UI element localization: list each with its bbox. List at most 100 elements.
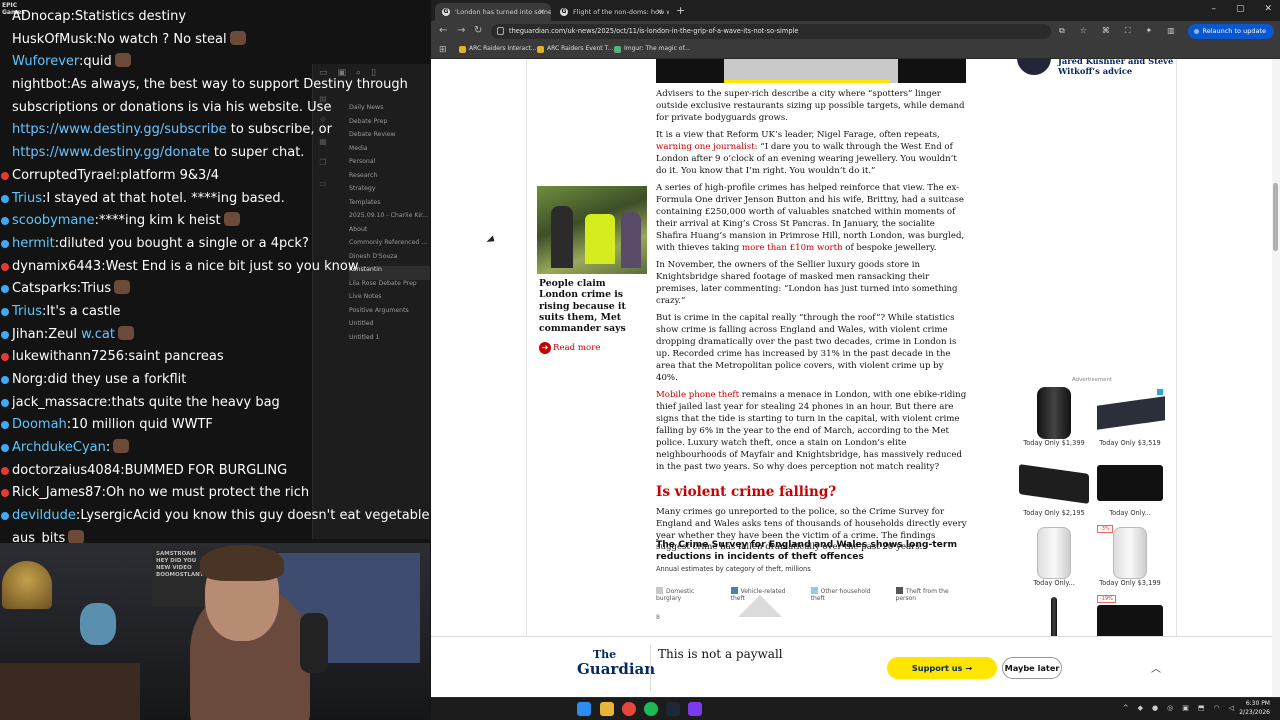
tray-app-icon[interactable]: ● <box>1152 704 1158 712</box>
chat-username[interactable]: Wuforever <box>12 54 79 69</box>
minimize-button[interactable]: – <box>1211 4 1216 14</box>
tray-app-icon[interactable]: ◆ <box>1138 704 1143 712</box>
scrollbar[interactable] <box>1272 59 1280 697</box>
related-story-image[interactable] <box>537 186 647 274</box>
ad-product[interactable]: Today Only... <box>1093 455 1167 517</box>
chat-username[interactable]: Norg <box>12 372 43 387</box>
article-link[interactable]: warning one journalist <box>656 142 755 152</box>
tab-inactive[interactable]: G Flight of the non-doms: how w... × <box>553 3 669 21</box>
forward-icon[interactable]: → <box>457 25 465 36</box>
bookmark-star-icon[interactable]: ☆ <box>1080 26 1087 36</box>
tray-app-icon[interactable]: ◎ <box>1167 704 1173 712</box>
chat-username[interactable]: Jihan <box>12 327 44 342</box>
start-icon[interactable] <box>577 702 591 716</box>
bookmark-item[interactable]: ARC Raiders Event T... <box>537 45 613 53</box>
article-link[interactable]: more than £10m worth <box>742 243 843 253</box>
chat-username[interactable]: CorruptedTyrael <box>12 168 116 183</box>
close-tab-icon[interactable]: × <box>656 7 663 16</box>
chat-username[interactable]: Catsparks <box>12 281 77 296</box>
relaunch-to-update-button[interactable]: Relaunch to update <box>1188 24 1274 39</box>
chat-message: Doomah:10 million quid WWTF <box>0 414 430 437</box>
chat-text: Statistics destiny <box>74 9 187 24</box>
install-app-icon[interactable]: ⧉ <box>1059 26 1065 36</box>
system-tray: ^ ◆ ● ◎ ▣ ⬒ ◠ ◁ <box>1123 704 1234 712</box>
reload-icon[interactable]: ↻ <box>474 25 482 36</box>
ad-product[interactable]: Today Only... <box>1017 525 1091 587</box>
chat-username[interactable]: Trius <box>12 304 42 319</box>
mouse-cursor <box>486 235 497 246</box>
support-us-button[interactable]: Support us → <box>887 657 997 679</box>
chat-text: to super chat. <box>209 145 305 161</box>
guardian-favicon-icon: G <box>560 8 568 16</box>
file-explorer-icon[interactable] <box>600 702 614 716</box>
product-image[interactable] <box>1093 455 1167 509</box>
chat-message: ArchdukeCyan: <box>0 437 430 460</box>
chat-link[interactable]: w.cat <box>81 327 115 342</box>
tab-active[interactable]: G 'London has turned into someth... × <box>435 3 551 21</box>
scrollbar-thumb[interactable] <box>1273 183 1278 251</box>
legend-label: Other household theft <box>810 588 871 602</box>
steam-icon[interactable] <box>666 702 680 716</box>
back-icon[interactable]: ← <box>439 25 447 36</box>
chat-username[interactable]: HuskOfMusk <box>12 32 93 47</box>
bookmark-item[interactable]: ARC Raiders Interact... <box>459 45 537 53</box>
obsidian-icon[interactable] <box>688 702 702 716</box>
tray-app-icon[interactable]: ⬒ <box>1198 704 1205 712</box>
product-image[interactable] <box>1017 385 1091 439</box>
chat-username[interactable]: jack_massacre <box>12 395 107 410</box>
maybe-later-button[interactable]: Maybe later <box>1002 657 1062 679</box>
chat-text: LysergicAcid you know this guy doesn't e… <box>80 508 430 524</box>
chat-username[interactable]: scoobymane <box>12 213 95 228</box>
related-story-headline[interactable]: People claim London crime is rising beca… <box>537 274 647 338</box>
chevron-up-icon[interactable]: ︿ <box>1151 660 1161 675</box>
site-info-icon[interactable] <box>497 27 504 35</box>
read-more-link[interactable]: ➔ Read more <box>537 341 647 355</box>
chat-username[interactable]: ArchdukeCyan <box>12 440 106 455</box>
sidebar-story-headline[interactable]: Jared Kushner and Steve Witkoff’s advice <box>1058 59 1177 76</box>
chrome-icon[interactable] <box>622 702 636 716</box>
chat-link[interactable]: https://www.destiny.gg/donate <box>12 145 210 160</box>
address-bar[interactable]: theguardian.com/uk-news/2025/oct/11/is-l… <box>491 24 1051 39</box>
tray-chevron-icon[interactable]: ^ <box>1123 704 1129 712</box>
spotify-icon[interactable] <box>644 702 658 716</box>
arrow-right-icon: → <box>965 663 973 673</box>
chat-username[interactable]: doctorzaius4084 <box>12 463 120 478</box>
article-link[interactable]: Mobile phone theft <box>656 390 739 400</box>
related-story-card[interactable]: People claim London crime is rising beca… <box>537 186 647 355</box>
maximize-button[interactable]: ▢ <box>1236 4 1245 14</box>
chat-username[interactable]: ADnocap <box>12 9 70 24</box>
translate-icon[interactable]: ⌘ <box>1102 26 1110 36</box>
chat-text: aus_bits <box>12 530 66 543</box>
wifi-icon[interactable]: ◠ <box>1214 704 1220 712</box>
chat-username[interactable]: lukewithann7256 <box>12 349 124 364</box>
bookmark-item[interactable]: Imgur: The magic of... <box>614 45 690 53</box>
sidebar-icon[interactable]: ▥ <box>1167 26 1175 36</box>
chat-username[interactable]: Rick_James87 <box>12 485 102 500</box>
tray-app-icon[interactable]: ▣ <box>1182 704 1189 712</box>
chat-message: lukewithann7256:saint pancreas <box>0 346 430 369</box>
ad-product[interactable]: Today Only $3,519 <box>1093 385 1167 447</box>
product-image[interactable] <box>1017 525 1091 579</box>
close-tab-icon[interactable]: × <box>538 7 545 16</box>
chat-username[interactable]: hermit <box>12 236 55 251</box>
chat-username[interactable]: nightbot <box>12 77 67 92</box>
chat-username[interactable]: dynamix6443 <box>12 259 101 274</box>
ad-product[interactable]: Today Only $1,399 <box>1017 385 1091 447</box>
product-image[interactable]: -3% <box>1093 525 1167 579</box>
apps-grid-icon[interactable]: ⊞ <box>439 45 447 55</box>
chat-link[interactable]: https://www.destiny.gg/subscribe <box>12 122 227 137</box>
chat-username[interactable]: devildude <box>12 508 76 523</box>
volume-icon[interactable]: ◁ <box>1229 704 1234 712</box>
screenshot-icon[interactable]: ⛶ <box>1125 26 1131 36</box>
product-image[interactable] <box>1093 385 1167 439</box>
ad-product[interactable]: -3% Today Only $3,199 <box>1093 525 1167 587</box>
close-window-button[interactable]: ✕ <box>1264 4 1272 14</box>
new-tab-button[interactable]: + <box>676 4 685 17</box>
chat-username[interactable]: Doomah <box>12 417 67 432</box>
sidebar-story[interactable]: Jared Kushner and Steve Witkoff’s advice <box>1017 59 1177 79</box>
extensions-icon[interactable]: ✦ <box>1146 26 1153 36</box>
chat-username[interactable]: Trius <box>12 191 42 206</box>
product-image[interactable] <box>1017 455 1091 509</box>
clock[interactable]: 6:30 PM 2/23/2026 <box>1239 700 1270 717</box>
ad-product[interactable]: Today Only $2,195 <box>1017 455 1091 517</box>
